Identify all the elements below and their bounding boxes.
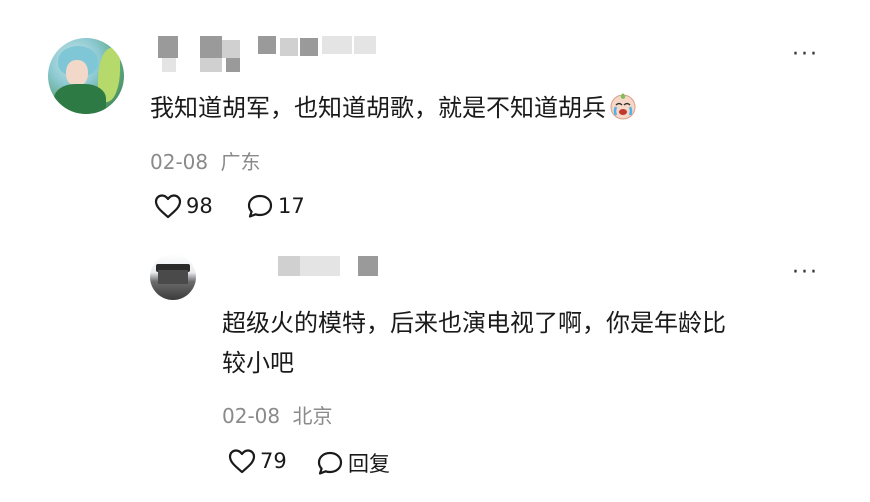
reply-label: 回复 (348, 452, 390, 476)
crying-face-icon (608, 91, 638, 121)
comment-bubble-icon (246, 193, 274, 219)
comment-text-content: 我知道胡军，也知道胡歌，就是不知道胡兵 (150, 94, 606, 122)
reply-text-line-1: 超级火的模特，后来也演电视了啊，你是年龄比 (222, 309, 726, 337)
comment-like-button[interactable]: 98 (154, 193, 213, 219)
comment-meta: 02-08 广东 (150, 146, 260, 175)
reply-location: 北京 (292, 404, 333, 428)
comment-location: 广东 (220, 150, 261, 174)
reply-count: 17 (278, 194, 305, 218)
reply-reply-button[interactable]: 回复 (316, 448, 390, 478)
reply-like-button[interactable]: 79 (228, 448, 287, 474)
like-count: 98 (186, 194, 213, 218)
reply-text-line-2: 较小吧 (222, 349, 294, 377)
comment-bubble-icon (316, 450, 344, 476)
reply-meta: 02-08 北京 (222, 400, 332, 429)
comment-reply-button[interactable]: 17 (246, 193, 305, 219)
replier-avatar[interactable] (150, 254, 196, 300)
replier-username[interactable] (270, 254, 380, 278)
reply-more-button[interactable]: ··· (792, 262, 819, 284)
reply-like-count: 79 (260, 449, 287, 473)
commenter-username[interactable] (150, 36, 380, 74)
commenter-avatar[interactable] (48, 38, 124, 114)
reply-date: 02-08 (222, 404, 281, 428)
heart-icon (228, 448, 256, 474)
comment-more-button[interactable]: ··· (792, 44, 819, 66)
heart-icon (154, 193, 182, 219)
comment-date: 02-08 (150, 150, 209, 174)
comment-text: 我知道胡军，也知道胡歌，就是不知道胡兵 (150, 88, 638, 128)
reply-text: 超级火的模特，后来也演电视了啊，你是年龄比 较小吧 (222, 303, 726, 383)
